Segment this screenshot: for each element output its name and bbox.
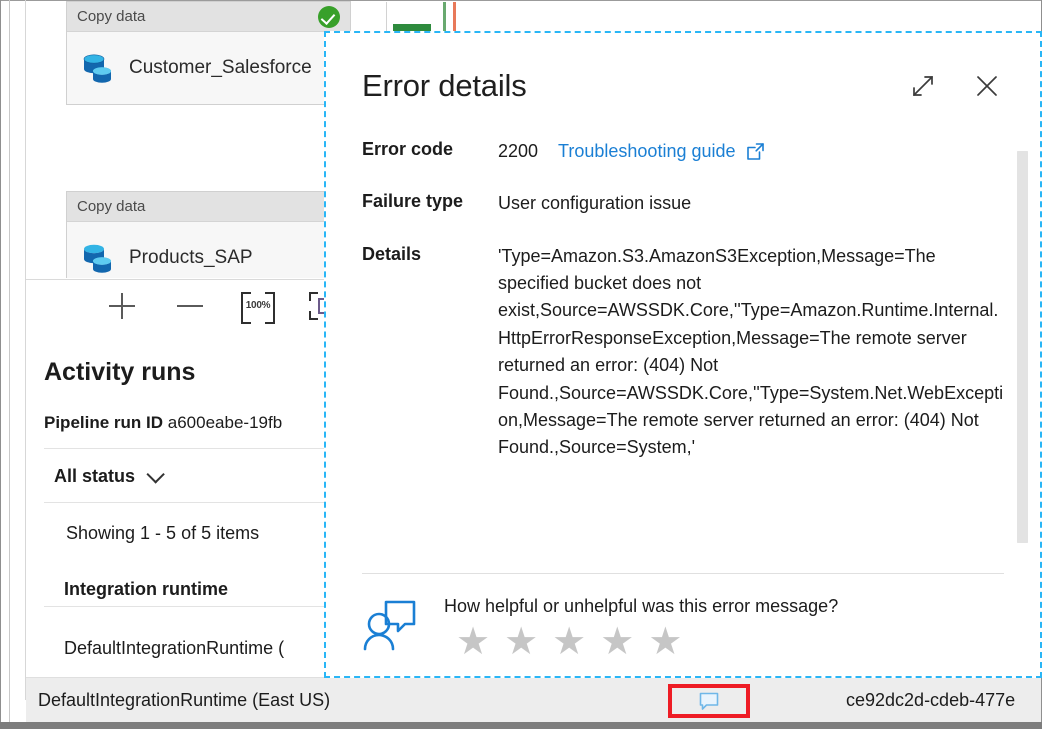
database-icon [81, 242, 115, 274]
field-value: 'Type=Amazon.S3.AmazonS3Exception,Messag… [498, 245, 1004, 458]
external-link-icon [746, 143, 764, 160]
comment-bubble-icon [699, 692, 719, 710]
feedback-star-rating[interactable]: ★ ★ ★ ★ ★ [456, 623, 838, 661]
status-filter-label: All status [54, 466, 136, 486]
star-icon-5[interactable]: ★ [648, 623, 682, 661]
zoom-in-button[interactable] [102, 286, 142, 326]
star-icon-4[interactable]: ★ [600, 623, 634, 661]
feedback-question: How helpful or unhelpful was this error … [444, 596, 839, 616]
pipeline-run-id-label: Pipeline run ID [44, 413, 164, 432]
feedback-person-icon [362, 596, 420, 654]
pipeline-run-id: Pipeline run ID a600eabe-19fb [44, 413, 282, 433]
field-value: 2200 Troubleshooting guide [498, 138, 765, 165]
dialog-body: Error code 2200 Troubleshooting guide Fa… [326, 138, 1040, 573]
activity-node-type: Copy data [77, 8, 146, 25]
error-code-value: 2200 [498, 141, 539, 161]
window-frame-left [0, 0, 1, 729]
zoom-level-button[interactable]: 100% [238, 286, 278, 326]
activity-node-header: Copy data [67, 192, 350, 222]
table-row-selected[interactable]: DefaultIntegrationRuntime (East US) ce92… [26, 677, 1041, 722]
troubleshooting-guide-link[interactable]: Troubleshooting guide [558, 138, 764, 165]
activity-node-body: Products_SAP [67, 222, 350, 278]
window-bottom-strip [0, 722, 1042, 729]
cell-run-id: ce92dc2d-cdeb-477e [846, 690, 1016, 710]
dialog-scrollbar[interactable] [1017, 151, 1028, 543]
activity-node-body: Customer_Salesforce [67, 32, 350, 104]
activity-node-header: Copy data [67, 2, 350, 32]
status-filter-dropdown[interactable]: All status [54, 465, 165, 487]
cell-integration-runtime: DefaultIntegrationRuntime (East US) [38, 690, 331, 710]
feedback-content: How helpful or unhelpful was this error … [444, 596, 839, 676]
activity-node-label: Customer_Salesforce [129, 57, 312, 78]
page-title: Activity runs [44, 358, 196, 386]
table-row[interactable]: DefaultIntegrationRuntime ( [64, 638, 284, 659]
field-label: Error code [362, 139, 454, 159]
close-dialog-button[interactable] [970, 69, 1004, 103]
screenshot-root: Copy data Customer_Salesforce Copy data … [0, 0, 1042, 729]
star-icon-2[interactable]: ★ [504, 623, 538, 661]
pipeline-run-id-value: a600eabe-19fb [167, 413, 283, 432]
activity-node-label: Products_SAP [129, 247, 253, 268]
dialog-scrollbar-thumb[interactable] [1017, 151, 1028, 543]
star-icon-1[interactable]: ★ [456, 623, 490, 661]
zoom-level-label: 100% [241, 291, 275, 324]
items-count-label: Showing 1 - 5 of 5 items [66, 523, 260, 543]
troubleshooting-guide-label: Troubleshooting guide [558, 141, 736, 161]
field-error-code: Error code 2200 Troubleshooting guide [362, 138, 1004, 165]
dialog-feedback-section: How helpful or unhelpful was this error … [326, 574, 1040, 676]
activity-node-copy-data-1[interactable]: Copy data Customer_Salesforce [66, 1, 351, 105]
database-icon [81, 52, 115, 84]
field-details: Details 'Type=Amazon.S3.AmazonS3Exceptio… [362, 243, 1004, 462]
close-icon [977, 75, 997, 96]
star-icon-3[interactable]: ★ [552, 623, 586, 661]
zoom-out-button[interactable] [170, 286, 210, 326]
activity-node-type: Copy data [77, 198, 146, 215]
error-details-dialog: Error details Error code 2200 Troublesho… [324, 31, 1042, 678]
expand-dialog-button[interactable] [906, 69, 940, 103]
field-label: Failure type [362, 191, 464, 212]
activity-node-copy-data-2[interactable]: Copy data Products_SAP [66, 191, 351, 278]
field-failure-type: Failure type User configuration issue [362, 190, 1004, 217]
field-label: Details [362, 243, 422, 264]
check-circle-icon [318, 5, 340, 28]
field-value: User configuration issue [498, 193, 692, 214]
panel-divider-left [9, 0, 10, 729]
dialog-header: Error details [326, 33, 1040, 138]
chevron-down-icon [146, 465, 165, 484]
column-header-integration-runtime[interactable]: Integration runtime [64, 579, 228, 600]
comment-bubble-button[interactable] [668, 684, 750, 718]
dialog-header-actions [906, 69, 1004, 103]
dialog-title: Error details [362, 67, 527, 103]
expand-diagonal-icon [913, 75, 933, 96]
